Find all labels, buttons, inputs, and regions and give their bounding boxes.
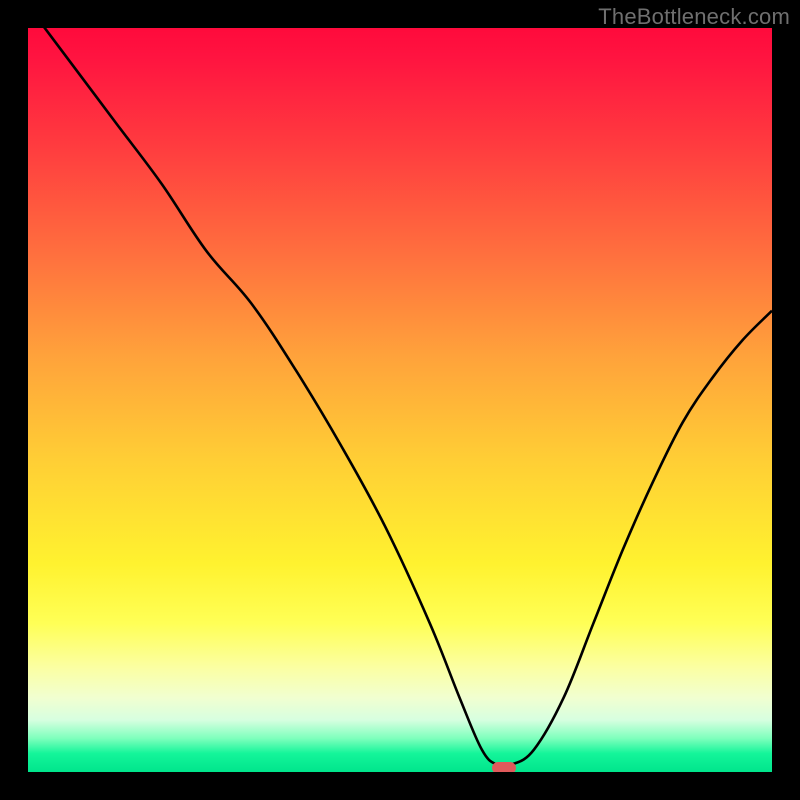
watermark-text: TheBottleneck.com bbox=[598, 4, 790, 30]
plot-area bbox=[28, 28, 772, 772]
optimal-marker bbox=[492, 762, 516, 772]
chart-frame: TheBottleneck.com bbox=[0, 0, 800, 800]
curve-path bbox=[28, 28, 772, 767]
bottleneck-curve bbox=[28, 28, 772, 772]
